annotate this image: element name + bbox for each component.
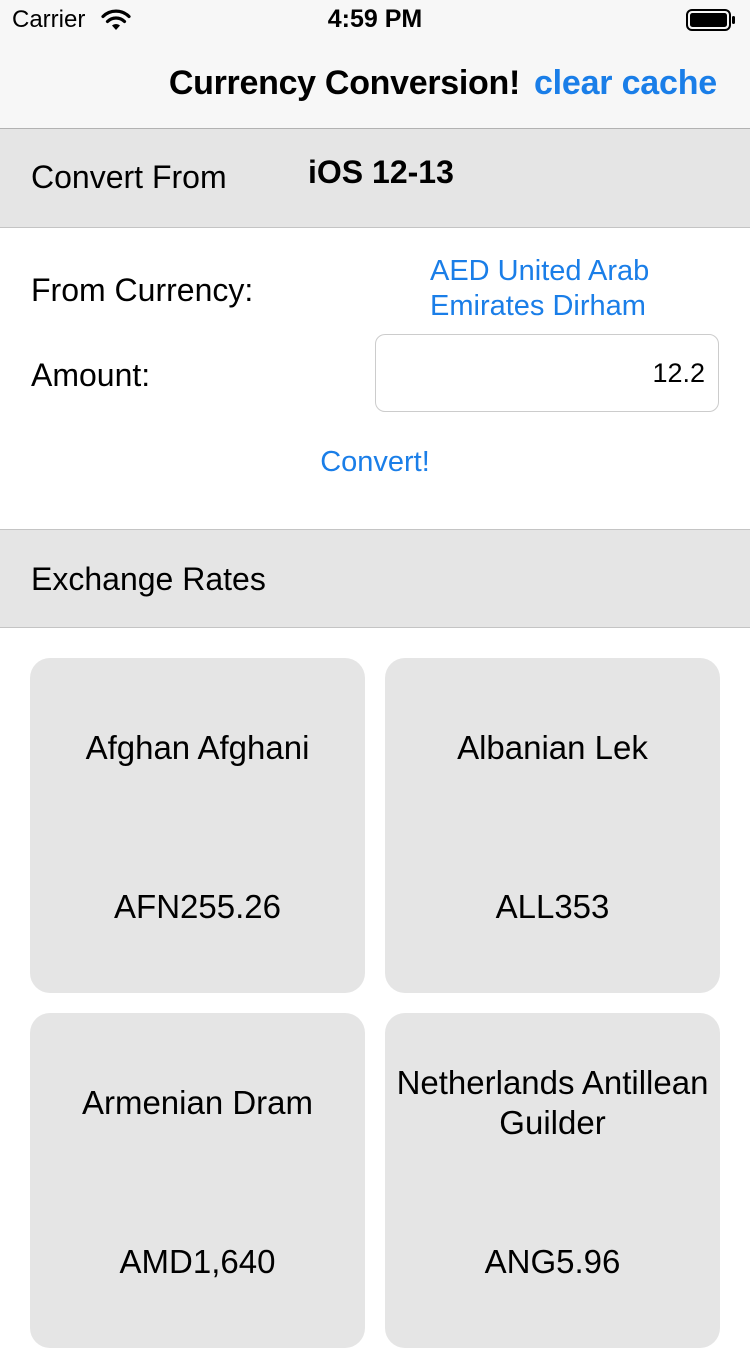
navigation-bar: Currency Conversion! clear cache [0,40,750,129]
rate-card-value: AMD1,640 [119,1243,276,1280]
exchange-rates-label: Exchange Rates [31,561,266,597]
convert-button[interactable]: Convert! [0,446,750,479]
rate-card[interactable]: Armenian Dram AMD1,640 [30,1013,365,1348]
amount-label: Amount: [31,357,151,393]
exchange-rates-header: Exchange Rates [0,529,750,628]
from-currency-picker[interactable]: AED United Arab Emirates Dirham [430,254,730,324]
rate-card[interactable]: Albanian Lek ALL353 [385,658,720,993]
rate-card-currency-name: Afghan Afghani [85,729,310,766]
rate-card-currency-name: Netherlands Antillean Guilder [396,1064,709,1141]
convert-from-label: Convert From [31,159,227,195]
amount-input[interactable]: 12.2 [375,334,719,412]
rate-card-currency-name: Armenian Dram [81,1084,314,1121]
from-currency-label: From Currency: [31,272,254,308]
rate-card-value: AFN255.26 [114,888,281,925]
convert-from-header: Convert From iOS 12-13 [0,129,750,228]
rate-card[interactable]: Afghan Afghani AFN255.26 [30,658,365,993]
clock: 4:59 PM [327,5,423,33]
rate-card[interactable]: Netherlands Antillean Guilder ANG5.96 [385,1013,720,1348]
battery-icon [686,9,735,31]
nav-title: Currency Conversion! [168,64,520,102]
rate-card-value: ANG5.96 [484,1243,621,1280]
status-bar: Carrier 4:59 PM [0,0,750,40]
clear-cache-button[interactable]: clear cache [534,64,717,103]
rate-card-currency-name: Albanian Lek [457,729,648,766]
rate-card-value: ALL353 [495,888,610,925]
ios-version-label: iOS 12-13 [308,154,454,190]
